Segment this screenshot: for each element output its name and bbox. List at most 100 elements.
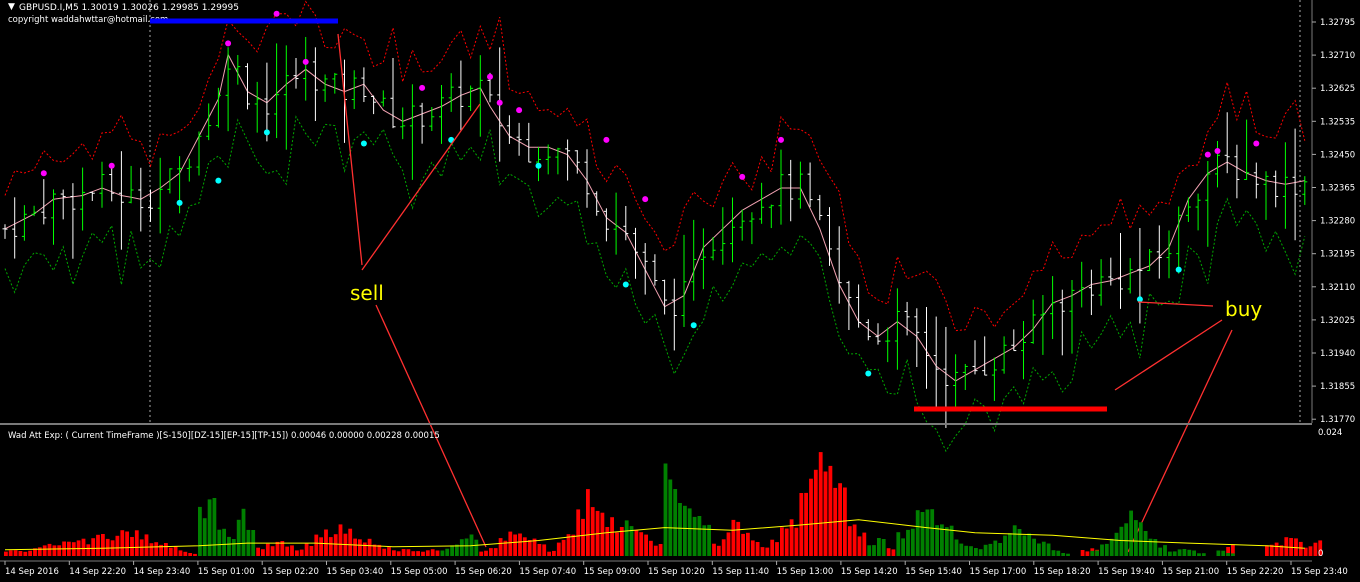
price-pane: 1.32795 1.32710 1.32625 1.32535 1.32450 1.323… — [0, 0, 1360, 553]
histogram-bar — [164, 543, 168, 556]
histogram-bar — [974, 548, 978, 556]
histogram-bar — [154, 542, 159, 556]
histogram-bar — [624, 520, 629, 556]
pane-separator[interactable] — [0, 423, 1312, 425]
histogram-bar — [1037, 543, 1041, 556]
histogram-bar — [392, 550, 396, 556]
histogram-bar — [1085, 551, 1090, 556]
histogram-bar — [338, 524, 343, 556]
histogram-bar — [445, 548, 450, 556]
histogram-bar — [1303, 547, 1308, 556]
histogram-bar — [425, 550, 430, 556]
histogram-bar — [736, 521, 741, 556]
histogram-bar — [362, 542, 367, 556]
histogram-bar — [493, 548, 498, 556]
histogram-bar — [653, 545, 658, 556]
histogram-bar — [658, 544, 663, 556]
histogram-bar — [1061, 553, 1066, 556]
histogram-bar — [1187, 549, 1192, 556]
histogram-bar — [265, 543, 270, 556]
histogram-bar — [314, 534, 319, 556]
histogram-bar — [1192, 550, 1196, 556]
histogram-bar — [450, 545, 454, 556]
histogram-bar — [746, 532, 750, 556]
histogram-bar — [217, 529, 222, 556]
histogram-bar — [1046, 543, 1051, 556]
histogram-bar — [299, 549, 304, 556]
histogram-bar — [484, 550, 488, 556]
histogram-bar — [906, 529, 910, 556]
histogram-bar — [130, 537, 134, 556]
histogram-bar — [775, 542, 779, 556]
histogram-bar — [571, 534, 576, 556]
fractal-high-marker — [40, 170, 47, 177]
time-tick-label: 15 Sep 07:40 — [519, 567, 576, 577]
time-tick-label: 15 Sep 21:00 — [1162, 567, 1219, 577]
histogram-bar — [542, 544, 547, 556]
histogram-bar — [440, 550, 445, 556]
time-tick-label: 15 Sep 10:20 — [648, 567, 705, 577]
histogram-bar — [134, 530, 139, 556]
histogram-bar — [1080, 550, 1085, 556]
histogram-bar — [1129, 510, 1133, 556]
fractal-high-marker — [603, 136, 610, 143]
histogram-bar — [1313, 542, 1318, 556]
histogram-bar — [324, 529, 328, 556]
histogram-bar — [935, 525, 939, 556]
histogram-bar — [125, 531, 129, 556]
histogram-bar — [178, 550, 183, 556]
price-tick-label: 1.32625 — [1320, 84, 1355, 94]
histogram-bar — [513, 534, 517, 556]
time-tick-label: 15 Sep 14:20 — [841, 567, 898, 577]
histogram-bar — [348, 528, 353, 556]
histogram-bar — [649, 540, 653, 556]
histogram-bar — [47, 543, 52, 556]
indicator-label: Wad Att Exp: ( Current TimeFrame )[S-150… — [8, 431, 440, 441]
histogram-bar — [193, 553, 197, 556]
histogram-bar — [552, 550, 556, 556]
histogram-bar — [387, 547, 391, 556]
histogram-bar — [173, 546, 178, 556]
fractal-low-marker — [360, 140, 367, 147]
histogram-bar — [183, 551, 188, 556]
histogram-bar — [290, 545, 294, 556]
histogram-bar — [295, 550, 299, 556]
histogram-bar — [198, 506, 202, 556]
histogram-bar — [518, 533, 522, 556]
histogram-bar — [353, 538, 357, 556]
chevron-down-icon[interactable]: ▼ — [8, 2, 15, 12]
time-tick-label: 15 Sep 02:20 — [262, 567, 319, 577]
histogram-bar — [416, 551, 420, 556]
histogram-bar — [1032, 538, 1036, 556]
histogram-bar — [328, 537, 333, 556]
histogram-bar — [561, 539, 566, 556]
histogram-bar — [920, 512, 925, 556]
histogram-bar — [28, 550, 32, 556]
histogram-bar — [149, 543, 154, 556]
histogram-bar — [1007, 533, 1012, 556]
price-tick-label: 1.32110 — [1320, 283, 1355, 293]
histogram-bar — [1221, 550, 1226, 556]
time-tick-label: 15 Sep 19:40 — [1098, 567, 1155, 577]
price-tick-label: 1.32710 — [1320, 51, 1355, 61]
price-tick-label: 1.32195 — [1320, 250, 1355, 260]
histogram-bar — [750, 540, 755, 556]
histogram-bar — [86, 544, 91, 556]
histogram-bar — [396, 551, 401, 556]
histogram-bar — [794, 527, 799, 556]
histogram-bar — [464, 538, 469, 556]
histogram-bar — [115, 535, 120, 556]
histogram-bar — [23, 551, 28, 556]
histogram-bar — [780, 527, 784, 556]
histogram-bar — [1231, 553, 1235, 556]
histogram-bar — [910, 528, 915, 556]
histogram-bar — [959, 543, 964, 556]
histogram-bar — [91, 538, 96, 556]
histogram-bar — [765, 547, 770, 556]
fractal-high-marker — [1214, 147, 1221, 154]
histogram-bar — [668, 479, 673, 556]
histogram-bar — [1100, 544, 1104, 556]
histogram-bar — [261, 549, 265, 556]
histogram-bar — [105, 538, 110, 556]
histogram-bar — [823, 471, 828, 556]
